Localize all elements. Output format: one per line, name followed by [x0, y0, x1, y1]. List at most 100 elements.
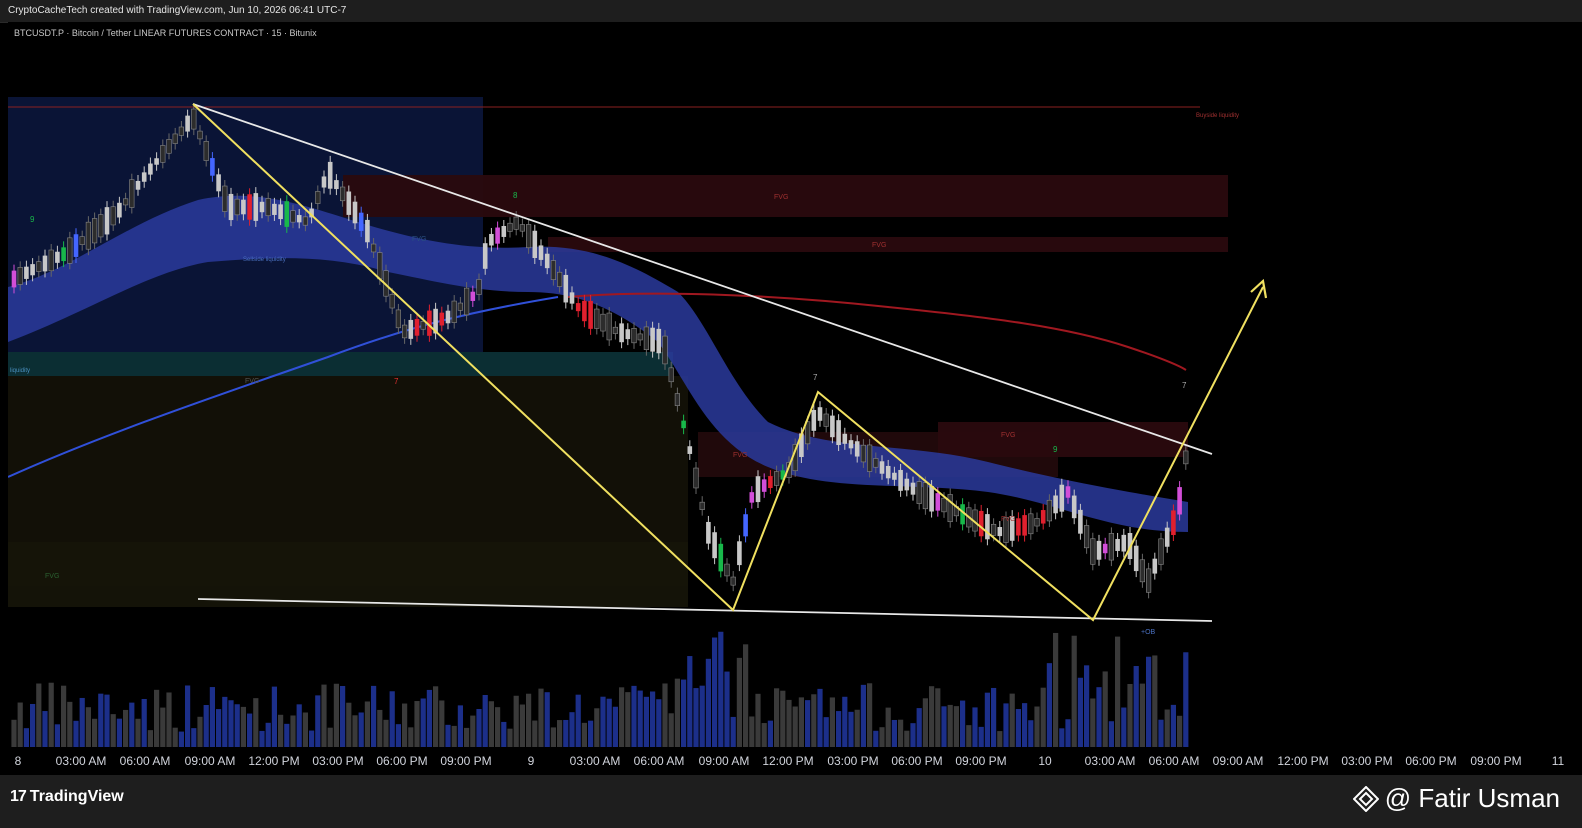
volume-bar [178, 731, 184, 747]
volume-bar [259, 730, 265, 747]
candle-body [61, 247, 66, 262]
candle-body [643, 326, 649, 350]
volume-bar [1158, 719, 1164, 747]
volume-bar [408, 727, 414, 747]
volume-bar [147, 730, 153, 747]
candle-body [712, 532, 717, 559]
volume-bar [110, 714, 116, 747]
volume-bar [712, 637, 718, 747]
volume-bar [929, 686, 935, 747]
chart-area[interactable]: FVG FVG FVG FVG FVG FVG FVG FVG Buyside … [8, 22, 1582, 749]
time-tick-label: 03:00 PM [827, 754, 879, 768]
volume-bar [532, 720, 538, 747]
volume-bar [482, 695, 488, 747]
candle-body [1164, 527, 1170, 547]
volume-bar [191, 728, 197, 747]
volume-bar [234, 704, 240, 747]
symbol-legend[interactable]: BTCUSDT.P · Bitcoin / Tether LINEAR FUTU… [14, 28, 317, 38]
candle-body [228, 193, 234, 221]
volume-bar [519, 704, 525, 747]
volume-bar [842, 696, 848, 747]
volume-bar [879, 727, 885, 747]
volume-bar [588, 720, 594, 747]
volume-bar [1065, 719, 1071, 747]
time-tick-label: 06:00 PM [891, 754, 943, 768]
candle-body [1115, 538, 1120, 551]
candle-body [197, 130, 203, 140]
volume-bar [544, 692, 550, 747]
candle-body [1016, 518, 1021, 536]
candle-body [79, 236, 85, 245]
volume-bar [445, 724, 451, 747]
author-watermark: @ Fatir Usman [1352, 783, 1560, 814]
candle-body [929, 486, 934, 512]
volume-bar [550, 727, 556, 747]
candle-body [625, 329, 631, 340]
volume-bar [823, 717, 829, 747]
candle-body [1053, 495, 1058, 514]
volume-bar [1170, 704, 1176, 747]
volume-bar [1090, 698, 1096, 747]
volume-bar [581, 722, 587, 747]
volume-bar [290, 715, 296, 747]
volume-bar [972, 707, 978, 747]
volume-bar [786, 699, 792, 747]
tradingview-logo[interactable]: 17 TradingView [10, 788, 124, 806]
volume-bar [674, 678, 680, 747]
volume-bar [240, 706, 246, 747]
volume-bar [1034, 706, 1040, 747]
volume-bar [30, 703, 36, 747]
volume-bar [1152, 655, 1158, 747]
fvg-zone-red-2 [548, 237, 1228, 252]
candle-body [203, 141, 209, 161]
candle-body [538, 245, 544, 260]
volume-bar [662, 683, 668, 747]
candle-body [48, 249, 54, 272]
volume-bar [569, 712, 575, 747]
candle-body [885, 465, 891, 479]
volume-bar [11, 719, 17, 747]
fvg-label-7: FVG [45, 573, 59, 580]
marker-label-5: 9 [1053, 445, 1058, 454]
candle-body [346, 191, 352, 215]
candle-body [556, 271, 563, 287]
volume-bar [470, 715, 476, 747]
volume-bar [154, 689, 160, 747]
candle-body [1102, 543, 1108, 554]
volume-bar [1139, 683, 1145, 747]
candle-body [395, 309, 402, 329]
volume-bar [23, 728, 29, 747]
volume-bar [997, 731, 1003, 747]
candle-body [315, 191, 321, 204]
volume-bar [860, 684, 866, 747]
volume-bar [767, 720, 773, 747]
price-chart-canvas[interactable]: FVG FVG FVG FVG FVG FVG FVG FVG Buyside … [8, 22, 1582, 749]
time-tick-label: 03:00 AM [55, 754, 107, 768]
volume-bar [910, 723, 916, 747]
volume-bar [414, 701, 420, 747]
volume-bar [495, 707, 501, 747]
candle-body [978, 510, 984, 537]
candle-body [247, 194, 252, 220]
candle-body [569, 292, 575, 304]
liquidity-zone-cyan [8, 352, 673, 376]
time-axis[interactable]: 8 03:00 AM 06:00 AM 09:00 AM 12:00 PM 03:00 P… [8, 749, 1582, 775]
ob-label: +OB [1141, 629, 1156, 636]
candle-body [854, 441, 860, 457]
candle-body [1133, 545, 1139, 572]
volume-bar [383, 719, 389, 747]
candle-body [265, 198, 271, 217]
volume-bar [92, 718, 98, 747]
volume-bar [513, 695, 519, 747]
volume-bar [743, 644, 749, 747]
volume-bar [358, 712, 364, 747]
volume-bar [129, 702, 135, 747]
volume-bar [631, 685, 637, 747]
candle-body [718, 543, 724, 572]
candle-body [1171, 510, 1176, 536]
time-tick-label: 12:00 PM [1277, 754, 1329, 768]
candle-body [141, 172, 147, 182]
candle-body [674, 393, 680, 406]
candle-body [693, 467, 699, 489]
marker-label-4: 8 [513, 191, 518, 200]
